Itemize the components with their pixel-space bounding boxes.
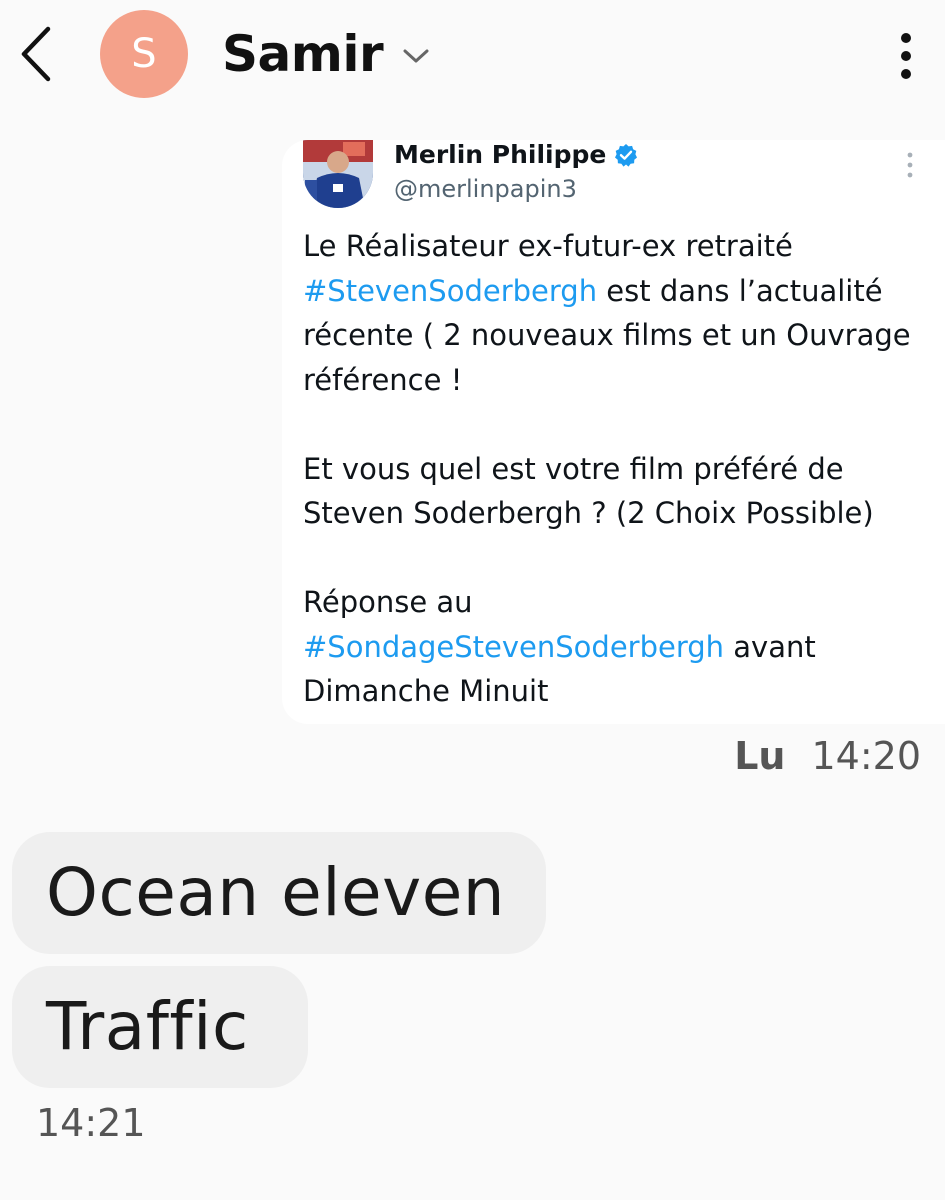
more-vertical-icon [901, 33, 911, 79]
tweet-paragraph-2: Et vous quel est votre film préféré de S… [303, 451, 874, 531]
received-message-bubble[interactable]: Ocean eleven [12, 832, 546, 954]
contact-name[interactable]: Samir [222, 22, 384, 86]
tweet-paragraph-3: Réponse au #SondageStevenSoderbergh avant… [303, 580, 943, 714]
shared-tweet-image[interactable]: Merlin Philippe @merlinpapin3 Le Réalisa… [282, 140, 945, 724]
sent-timestamp: 14:20 [811, 734, 921, 778]
avatar-letter: S [131, 31, 157, 77]
received-timestamp: 14:21 [36, 1101, 146, 1145]
back-button[interactable] [8, 22, 64, 86]
conversation-screen: S Samir Merlin Philippe @merlinpapin3 Le… [0, 0, 945, 1200]
tweet-text: Le Réalisateur ex-futur-ex retraité #Stev… [303, 224, 943, 724]
contact-details-toggle[interactable] [396, 36, 436, 76]
hashtag-link: #SondageStevenSoderbergh [303, 629, 725, 664]
tweet-paragraph-1: Le Réalisateur ex-futur-ex retraité #Stev… [303, 224, 943, 402]
chevron-left-icon [21, 26, 51, 82]
tweet-more-icon [900, 150, 920, 180]
tweet-author: Merlin Philippe [394, 140, 638, 170]
conversation-header: S Samir [0, 0, 945, 110]
contact-avatar[interactable]: S [100, 10, 188, 98]
tweet-p1-text: Le Réalisateur ex-futur-ex retraité [303, 229, 793, 263]
received-message-bubble[interactable]: Traffic [12, 966, 308, 1088]
tweet-author-avatar [303, 140, 373, 208]
sent-message-meta: Lu 14:20 [734, 730, 921, 782]
hashtag-link: #StevenSoderbergh [303, 273, 598, 308]
verified-badge-icon [614, 143, 638, 167]
tweet-handle: @merlinpapin3 [394, 175, 577, 203]
chevron-down-icon [403, 49, 429, 63]
more-options-button[interactable] [882, 26, 930, 86]
tweet-author-name: Merlin Philippe [394, 140, 607, 169]
tweet-p3-text: Réponse au [303, 585, 473, 619]
read-status: Lu [734, 734, 786, 778]
